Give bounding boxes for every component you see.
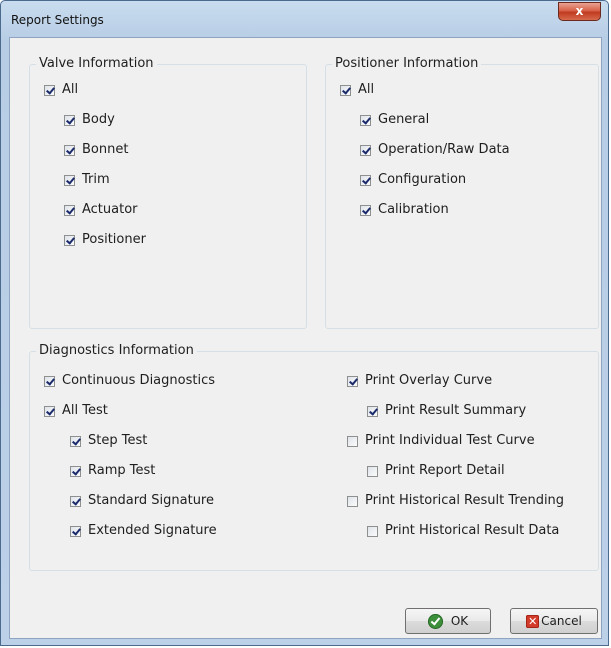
cancel-button-label: Cancel [541, 614, 582, 628]
checkbox-box [44, 405, 55, 417]
valve-trim-checkbox[interactable]: Trim [64, 172, 110, 188]
checkbox-label: Extended Signature [88, 523, 217, 538]
positioner-information-title: Positioner Information [332, 56, 482, 72]
extended-signature-checkbox[interactable]: Extended Signature [70, 523, 217, 539]
valve-all-checkbox[interactable]: All [44, 82, 78, 98]
positioner-general-checkbox[interactable]: General [360, 112, 429, 128]
standard-signature-checkbox[interactable]: Standard Signature [70, 493, 214, 509]
checkbox-box [70, 525, 81, 537]
checkbox-box [360, 114, 371, 126]
checkbox-label: Continuous Diagnostics [62, 373, 215, 388]
valve-bonnet-checkbox[interactable]: Bonnet [64, 142, 128, 158]
checkbox-label: General [378, 112, 430, 127]
positioner-information-group: Positioner Information All General Opera… [325, 56, 599, 329]
cancel-x-icon: ✕ [526, 614, 540, 628]
diagnostics-information-title: Diagnostics Information [36, 343, 197, 359]
checkbox-box [347, 495, 358, 507]
checkbox-label: Print Report Detail [385, 463, 505, 478]
checkbox-label: Print Overlay Curve [365, 373, 493, 388]
print-overlay-curve-checkbox[interactable]: Print Overlay Curve [347, 373, 492, 389]
checkbox-label: Calibration [378, 202, 449, 217]
title-bar[interactable]: Report Settings x [1, 1, 608, 37]
checkbox-label: Print Historical Result Trending [365, 493, 565, 508]
checkbox-label: Print Individual Test Curve [365, 433, 535, 448]
checkbox-box [347, 435, 358, 447]
print-individual-test-curve-checkbox[interactable]: Print Individual Test Curve [347, 433, 535, 449]
checkbox-box [367, 465, 378, 477]
valve-information-title: Valve Information [36, 56, 157, 72]
checkbox-box [70, 495, 81, 507]
positioner-configuration-checkbox[interactable]: Configuration [360, 172, 466, 188]
checkbox-label: All Test [62, 403, 108, 418]
print-historical-result-data-checkbox[interactable]: Print Historical Result Data [367, 523, 559, 539]
checkbox-label: All [358, 82, 375, 97]
checkbox-label: Operation/Raw Data [378, 142, 510, 157]
checkbox-label: Positioner [82, 232, 146, 247]
close-button[interactable]: x [558, 2, 601, 21]
checkbox-label: All [62, 82, 79, 97]
valve-actuator-checkbox[interactable]: Actuator [64, 202, 138, 218]
valve-positioner-checkbox[interactable]: Positioner [64, 232, 146, 248]
checkbox-box [44, 84, 55, 96]
checkbox-box [360, 204, 371, 216]
checkbox-box [64, 174, 75, 186]
checkbox-box [70, 465, 81, 477]
checkbox-box [64, 114, 75, 126]
checkbox-label: Bonnet [82, 142, 129, 157]
close-icon: x [575, 4, 584, 18]
print-result-summary-checkbox[interactable]: Print Result Summary [367, 403, 526, 419]
positioner-operation-raw-data-checkbox[interactable]: Operation/Raw Data [360, 142, 510, 158]
checkbox-label: Trim [82, 172, 110, 187]
checkbox-box [64, 234, 75, 246]
checkbox-label: Actuator [82, 202, 138, 217]
checkbox-label: Step Test [88, 433, 148, 448]
print-report-detail-checkbox[interactable]: Print Report Detail [367, 463, 505, 479]
ok-button-label: OK [450, 614, 469, 628]
positioner-calibration-checkbox[interactable]: Calibration [360, 202, 449, 218]
report-settings-dialog: Report Settings x Valve Information All … [0, 0, 609, 646]
checkbox-label: Print Historical Result Data [385, 523, 560, 538]
checkbox-box [360, 144, 371, 156]
checkbox-box [340, 84, 351, 96]
dialog-client-area: Valve Information All Body Bonnet Trim A… [9, 37, 602, 639]
checkbox-label: Print Result Summary [385, 403, 527, 418]
checkbox-box [367, 405, 378, 417]
checkbox-box [347, 375, 358, 387]
checkbox-box [64, 204, 75, 216]
checkbox-label: Ramp Test [88, 463, 156, 478]
continuous-diagnostics-checkbox[interactable]: Continuous Diagnostics [44, 373, 215, 389]
dialog-title: Report Settings [11, 13, 104, 27]
checkbox-box [70, 435, 81, 447]
positioner-all-checkbox[interactable]: All [340, 82, 374, 98]
checkbox-label: Standard Signature [88, 493, 214, 508]
checkbox-label: Body [82, 112, 115, 127]
step-test-checkbox[interactable]: Step Test [70, 433, 147, 449]
ramp-test-checkbox[interactable]: Ramp Test [70, 463, 155, 479]
checkbox-box [360, 174, 371, 186]
valve-body-checkbox[interactable]: Body [64, 112, 115, 128]
checkbox-box [367, 525, 378, 537]
checkbox-box [64, 144, 75, 156]
ok-check-icon [427, 613, 443, 629]
cancel-button[interactable]: ✕ Cancel [510, 608, 598, 634]
print-historical-result-trending-checkbox[interactable]: Print Historical Result Trending [347, 493, 564, 509]
valve-information-group: Valve Information All Body Bonnet Trim A… [29, 56, 307, 329]
diagnostics-information-group: Diagnostics Information Continuous Diagn… [29, 343, 599, 571]
ok-button[interactable]: OK [405, 608, 491, 634]
all-test-checkbox[interactable]: All Test [44, 403, 108, 419]
checkbox-box [44, 375, 55, 387]
checkbox-label: Configuration [378, 172, 467, 187]
